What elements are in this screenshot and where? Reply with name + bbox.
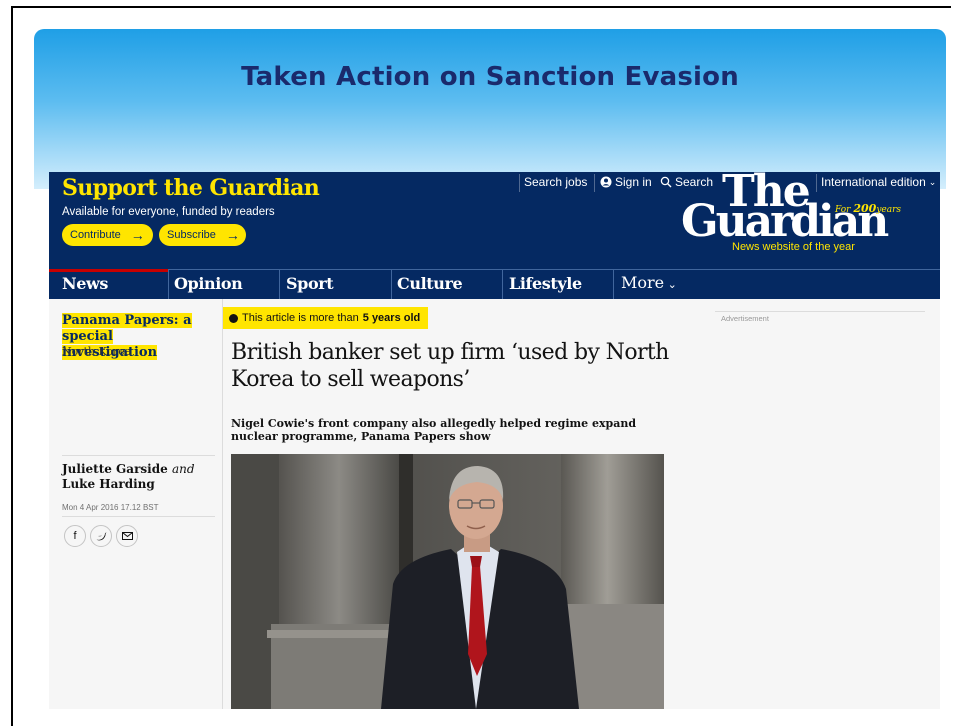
chevron-down-icon: ⌄: [928, 176, 937, 187]
article-headline: British banker set up firm ‘used by Nort…: [231, 340, 669, 392]
nav-item-culture[interactable]: Culture: [397, 274, 463, 293]
twitter-bird-icon: [96, 531, 106, 540]
nav-more-label: More: [621, 273, 665, 292]
arrow-right-icon: →: [130, 227, 145, 243]
support-title: Support the Guardian: [62, 175, 320, 201]
twitter-icon[interactable]: [90, 525, 112, 547]
column-divider: [222, 299, 223, 709]
byline: Juliette Garside and Luke Harding: [62, 462, 220, 492]
section-subtag[interactable]: North Korea: [62, 345, 131, 358]
divider: [279, 270, 280, 300]
search-label: Search: [675, 175, 714, 189]
support-subtitle: Available for everyone, funded by reader…: [62, 206, 275, 218]
divider: [519, 174, 520, 192]
divider: [62, 516, 215, 517]
guardian-page-screenshot: Support the Guardian Available for every…: [49, 172, 940, 709]
subscribe-button[interactable]: Subscribe →: [159, 224, 246, 246]
main-nav: News Opinion Sport Culture Lifestyle Mor…: [49, 269, 940, 300]
email-icon[interactable]: [116, 525, 138, 547]
article-standfirst: Nigel Cowie's front company also alleged…: [231, 417, 637, 443]
sign-in-link[interactable]: Sign in: [600, 175, 652, 189]
nav-active-indicator: [49, 269, 168, 272]
article-photo: [231, 454, 664, 709]
divider: [816, 174, 817, 192]
article-age-warning: This article is more than 5 years old: [223, 307, 429, 329]
search-jobs-link[interactable]: Search jobs: [524, 175, 587, 189]
contribute-label: Contribute: [70, 229, 121, 241]
byline-and: and: [171, 462, 195, 476]
nav-item-news[interactable]: News: [62, 274, 108, 293]
subscribe-label: Subscribe: [167, 229, 216, 241]
account-icon: [600, 176, 612, 188]
article-area: Panama Papers: a special investigation N…: [49, 299, 940, 709]
envelope-icon: [121, 532, 133, 540]
clock-icon: [229, 313, 238, 323]
contribute-button[interactable]: Contribute →: [62, 224, 153, 246]
divider: [391, 270, 392, 300]
article-date: Mon 4 Apr 2016 17.12 BST: [62, 503, 159, 512]
divider: [594, 174, 595, 192]
search-link[interactable]: Search: [660, 175, 713, 189]
divider: [613, 270, 614, 300]
logo-years: years: [876, 205, 902, 215]
advertisement-slot: Advertisement: [715, 311, 925, 326]
logo-tagline: News website of the year: [732, 241, 855, 253]
search-jobs-label: Search jobs: [524, 175, 588, 189]
nav-item-sport[interactable]: Sport: [286, 274, 334, 293]
logo-for: For: [835, 205, 851, 215]
age-value: 5 years old: [362, 312, 421, 324]
nav-item-opinion[interactable]: Opinion: [174, 274, 243, 293]
edition-label: International edition: [821, 175, 926, 189]
nav-more-button[interactable]: More ⌄: [621, 273, 677, 292]
facebook-icon[interactable]: f: [64, 525, 86, 547]
arrow-right-icon: →: [225, 227, 240, 243]
age-prefix: This article is more than: [242, 312, 359, 324]
logo-200: 200: [853, 202, 877, 215]
slide-title: Taken Action on Sanction Evasion: [241, 62, 739, 92]
search-icon: [660, 176, 672, 188]
edition-selector[interactable]: International edition ⌄: [821, 175, 936, 189]
slide-header-band: [34, 29, 946, 189]
masthead: Support the Guardian Available for every…: [49, 172, 940, 269]
logo-200-years: For 200years: [835, 202, 901, 215]
divider: [502, 270, 503, 300]
divider: [168, 270, 169, 300]
nav-item-lifestyle[interactable]: Lifestyle: [509, 274, 582, 293]
author-link[interactable]: Juliette Garside: [62, 462, 168, 476]
divider: [62, 455, 215, 456]
sign-in-label: Sign in: [615, 175, 652, 189]
author-link[interactable]: Luke Harding: [62, 477, 155, 491]
photo-banker-illustration: [231, 454, 664, 709]
chevron-down-icon: ⌄: [664, 278, 677, 291]
